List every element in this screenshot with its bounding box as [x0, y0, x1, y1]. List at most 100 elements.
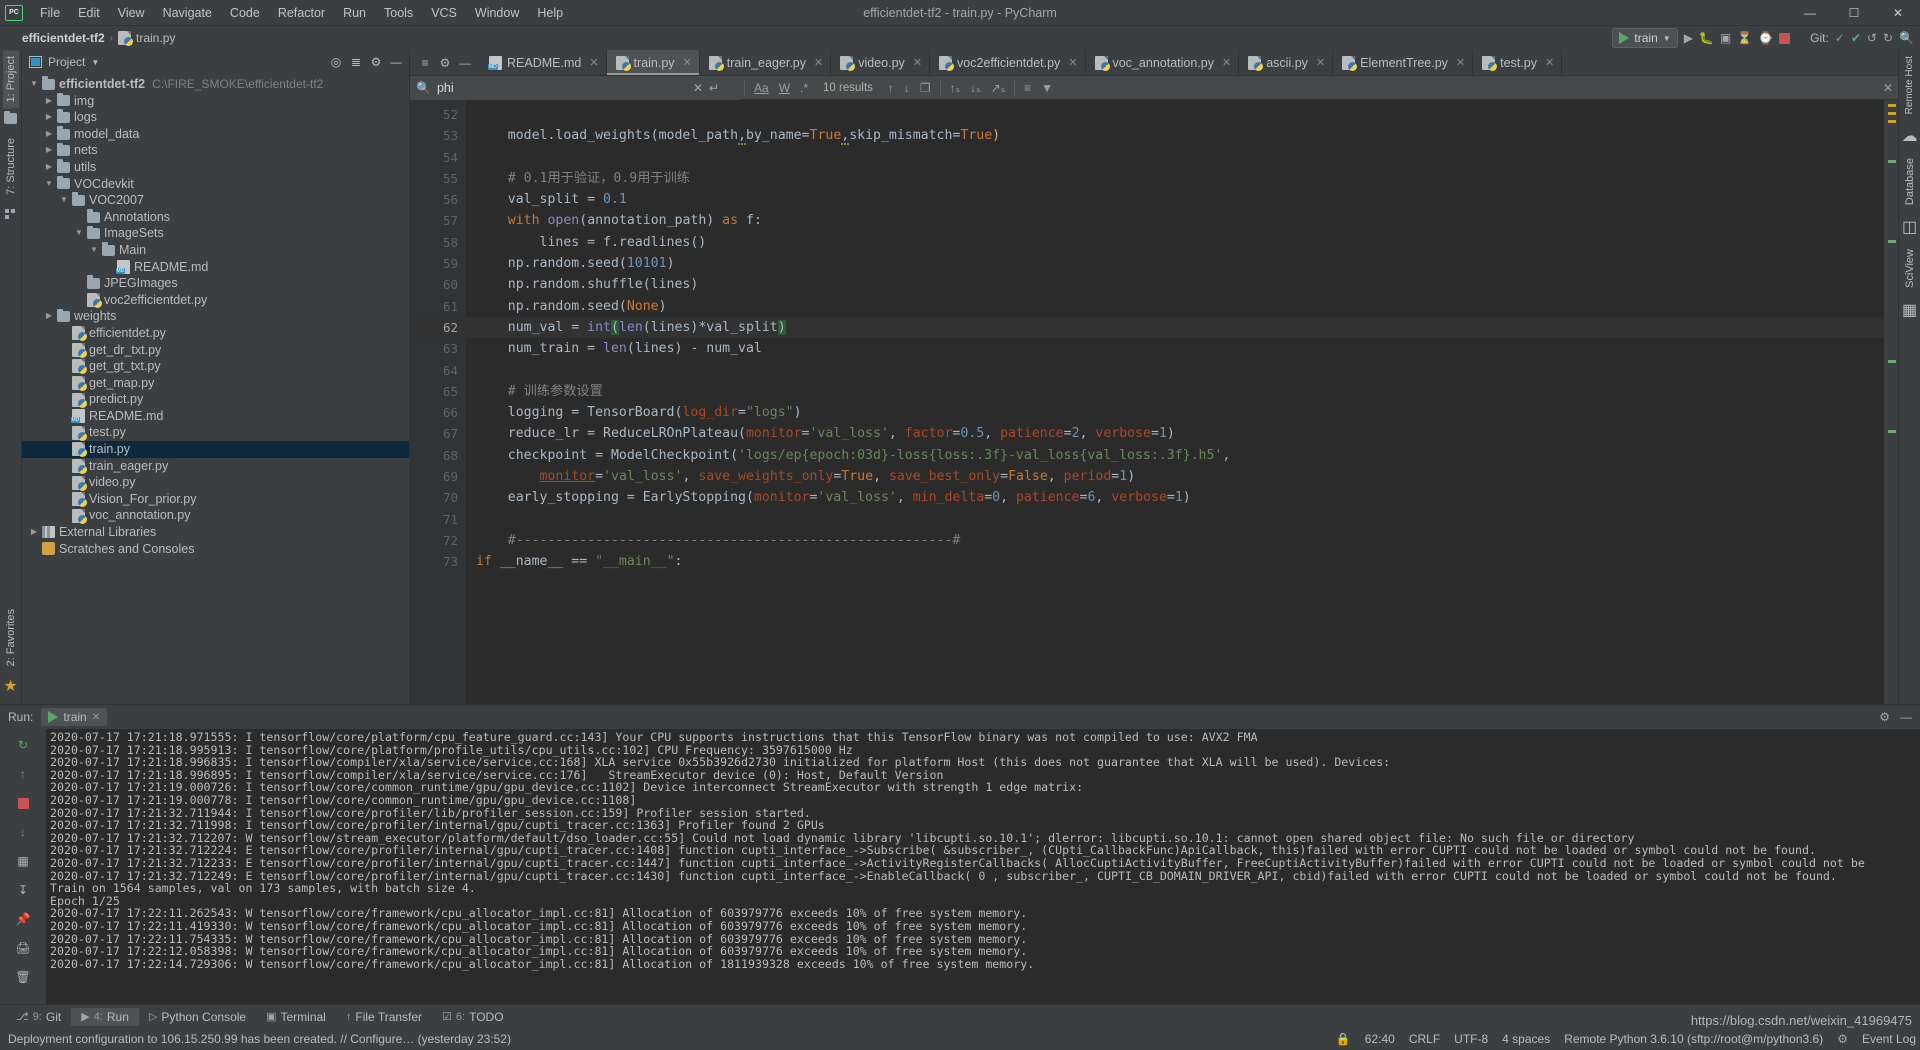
close-icon[interactable]: ✕ — [683, 56, 692, 69]
tree-item[interactable]: get_gt_txt.py — [22, 358, 409, 375]
tree-item[interactable]: test.py — [22, 424, 409, 441]
tree-item[interactable]: README.md — [22, 408, 409, 425]
tree-item[interactable]: get_dr_txt.py — [22, 342, 409, 359]
chevron-right-icon[interactable]: ▶ — [43, 142, 55, 159]
tree-item[interactable]: efficientdet.py — [22, 325, 409, 342]
find-next-button[interactable]: ↓ — [899, 80, 915, 96]
maximize-button[interactable]: ☐ — [1832, 0, 1876, 26]
run-tab-train[interactable]: train ✕ — [41, 708, 108, 726]
tool-window-button[interactable]: ⎇ 9: Git — [6, 1008, 71, 1026]
sidebar-tab-remote-host[interactable]: Remote Host — [1902, 50, 1917, 120]
filter-in-comments-icon[interactable]: ↑ₛ — [945, 80, 965, 96]
git-rollback-icon[interactable]: ↻ — [1883, 31, 1893, 45]
filter-options-icon[interactable]: ▼ — [1036, 80, 1058, 96]
menu-item-help[interactable]: Help — [528, 3, 572, 23]
editor-tab[interactable]: ElementTree.py ✕ — [1333, 50, 1474, 75]
tool-window-button[interactable]: ↑ File Transfer — [336, 1008, 432, 1026]
chevron-right-icon[interactable]: ▶ — [28, 524, 40, 541]
tree-item[interactable]: ▶ weights — [22, 308, 409, 325]
scroll-to-end-icon[interactable]: ↧ — [13, 880, 33, 900]
code-line[interactable]: np.random.seed(None) — [466, 296, 1884, 317]
tree-item[interactable]: ▼ ImageSets — [22, 225, 409, 242]
editor-tab[interactable]: test.py ✕ — [1473, 50, 1563, 75]
settings-gear-icon[interactable]: ⚙ — [1879, 710, 1890, 724]
line-separator[interactable]: CRLF — [1409, 1032, 1440, 1046]
tree-item[interactable]: ▶ model_data — [22, 126, 409, 143]
chevron-right-icon[interactable]: ▶ — [43, 109, 55, 126]
hide-panel-icon[interactable]: — — [389, 55, 403, 69]
menu-item-vcs[interactable]: VCS — [422, 3, 466, 23]
tree-item[interactable]: train_eager.py — [22, 458, 409, 475]
tree-item[interactable]: Vision_For_prior.py — [22, 491, 409, 508]
select-all-occurrences-button[interactable]: ❐ — [915, 80, 936, 96]
close-icon[interactable]: ✕ — [92, 712, 100, 723]
chevron-down-icon[interactable]: ▼ — [73, 225, 85, 242]
code-line[interactable]: # 0.1用于验证，0.9用于训练 — [466, 168, 1884, 189]
close-icon[interactable]: ✕ — [1545, 56, 1554, 69]
close-icon[interactable]: ✕ — [814, 56, 823, 69]
close-icon[interactable]: ✕ — [913, 56, 922, 69]
code-line[interactable] — [466, 360, 1884, 381]
code-line[interactable]: model.load_weights(model_path,by_name=Tr… — [466, 125, 1884, 146]
code-line[interactable]: reduce_lr = ReduceLROnPlateau(monitor='v… — [466, 423, 1884, 444]
run-console-output[interactable]: 2020-07-17 17:21:18.971555: I tensorflow… — [46, 729, 1920, 1004]
close-icon[interactable]: ✕ — [1222, 56, 1231, 69]
code-content[interactable]: model.load_weights(model_path,by_name=Tr… — [466, 100, 1884, 704]
tree-item[interactable]: voc2efficientdet.py — [22, 292, 409, 309]
code-line[interactable]: val_split = 0.1 — [466, 189, 1884, 210]
editor-tab[interactable]: video.py ✕ — [831, 50, 930, 75]
chevron-right-icon[interactable]: ▶ — [43, 308, 55, 325]
settings-gear-icon[interactable]: ⚙ — [369, 55, 383, 69]
tool-window-button[interactable]: ☑ 6: TODO — [432, 1008, 514, 1026]
python-interpreter[interactable]: Remote Python 3.6.10 (sftp://root@m/pyth… — [1564, 1032, 1823, 1046]
code-line[interactable] — [466, 147, 1884, 168]
editor-tab[interactable]: voc_annotation.py ✕ — [1086, 50, 1240, 75]
stop-icon[interactable] — [13, 793, 33, 813]
code-line[interactable]: logging = TensorBoard(log_dir="logs") — [466, 402, 1884, 423]
tree-item[interactable]: video.py — [22, 474, 409, 491]
editor-tab[interactable]: train.py ✕ — [606, 50, 700, 75]
close-icon[interactable]: ✕ — [1068, 56, 1077, 69]
tree-item[interactable]: predict.py — [22, 391, 409, 408]
hide-tabs-icon[interactable]: — — [456, 54, 474, 72]
tool-window-button[interactable]: ▷ Python Console — [139, 1008, 256, 1026]
editor-tab[interactable]: ascii.py ✕ — [1239, 50, 1334, 75]
chevron-right-icon[interactable]: ▶ — [43, 159, 55, 176]
menu-item-navigate[interactable]: Navigate — [154, 3, 221, 23]
scroll-down-icon[interactable]: ↓ — [13, 822, 33, 842]
lock-icon[interactable]: 🔒 — [1336, 1032, 1351, 1046]
tree-item[interactable]: README.md — [22, 259, 409, 276]
find-previous-button[interactable]: ↑ — [883, 80, 899, 96]
profile-icon[interactable]: ⏳ — [1737, 31, 1752, 45]
chevron-down-icon[interactable]: ▼ — [58, 192, 70, 209]
menu-item-code[interactable]: Code — [221, 3, 269, 23]
menu-item-run[interactable]: Run — [334, 3, 375, 23]
git-history-icon[interactable]: ↺ — [1867, 31, 1877, 45]
menu-item-view[interactable]: View — [109, 3, 154, 23]
sidebar-tab-sciview[interactable]: SciView — [1902, 243, 1918, 294]
whole-words-toggle[interactable]: W — [774, 80, 795, 96]
editor-tab[interactable]: voc2efficientdet.py ✕ — [930, 50, 1086, 75]
match-case-toggle[interactable]: Aa — [749, 80, 774, 96]
close-button[interactable]: ✕ — [1876, 0, 1920, 26]
tree-item[interactable]: ▼ VOC2007 — [22, 192, 409, 209]
code-line[interactable]: # 训练参数设置 — [466, 381, 1884, 402]
attach-icon[interactable]: ⌚ — [1758, 31, 1773, 45]
pin-icon[interactable]: 📌 — [13, 909, 33, 929]
tree-item[interactable]: ▶ img — [22, 92, 409, 110]
code-line[interactable]: monitor='val_loss', save_weights_only=Tr… — [466, 466, 1884, 487]
code-editor[interactable]: 52 53 54 55 56 57 58 59 60 61 62 63 64 65 66 67 68 69 70 71… — [410, 100, 1898, 704]
breadcrumb-project[interactable]: efficientdet-tf2 — [22, 31, 105, 45]
tree-item[interactable]: Annotations — [22, 209, 409, 226]
tree-item[interactable]: Scratches and Consoles — [22, 541, 409, 558]
chevron-down-icon[interactable]: ▼ — [43, 176, 55, 193]
sidebar-tab-project[interactable]: 1: Project — [2, 50, 19, 109]
code-line[interactable]: #---------------------------------------… — [466, 530, 1884, 551]
menu-item-tools[interactable]: Tools — [375, 3, 422, 23]
locate-file-icon[interactable]: ◎ — [329, 55, 343, 69]
menu-item-edit[interactable]: Edit — [69, 3, 109, 23]
code-line[interactable]: num_train = len(lines) - num_val — [466, 338, 1884, 359]
tree-item[interactable]: ▶ logs — [22, 109, 409, 126]
menu-item-window[interactable]: Window — [466, 3, 528, 23]
tool-window-button[interactable]: ▣ Terminal — [256, 1008, 336, 1026]
